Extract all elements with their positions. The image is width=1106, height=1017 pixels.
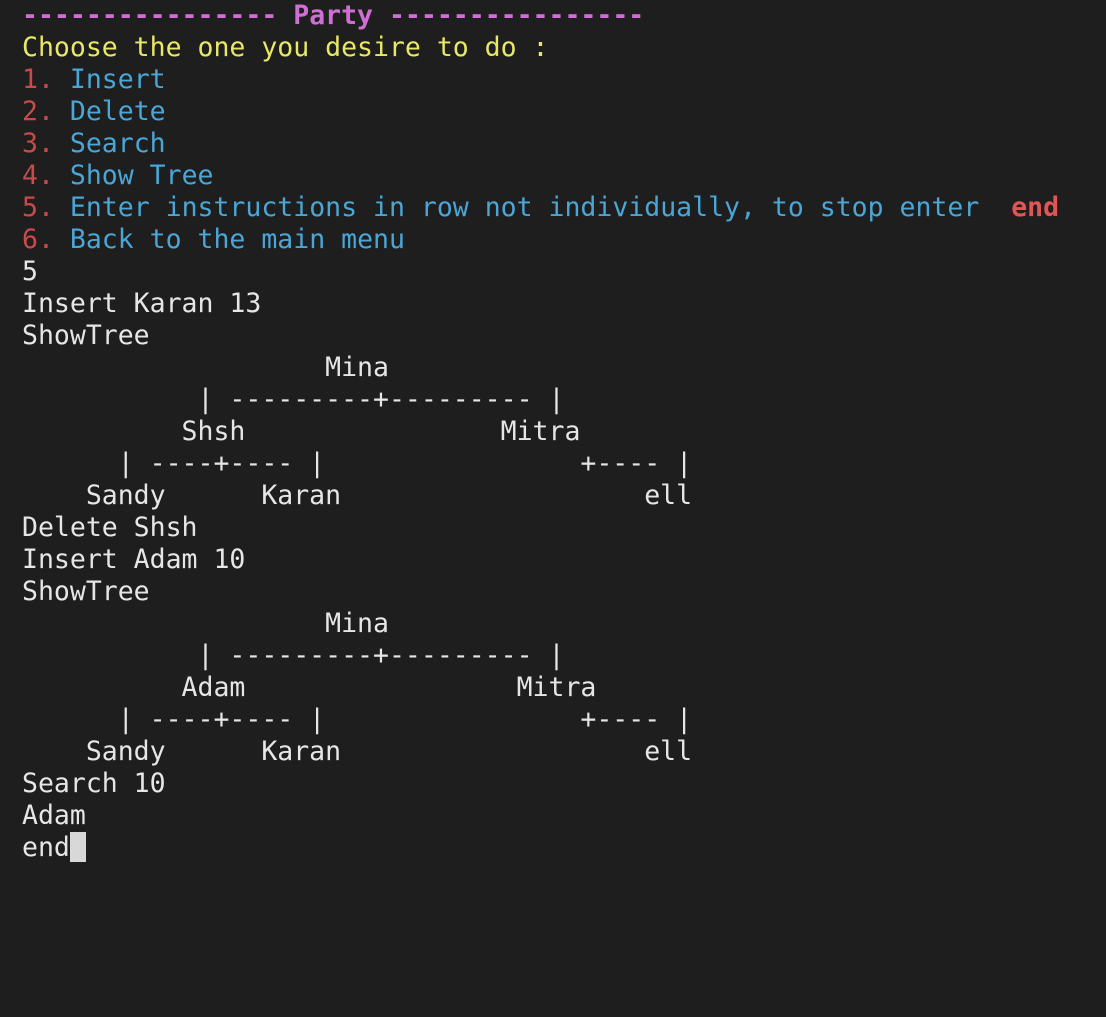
console-line: Adam: [22, 800, 86, 831]
input-text[interactable]: end: [22, 832, 70, 863]
option-label: Search: [69, 128, 166, 159]
menu-option-insert: 1. Insert: [22, 64, 1102, 96]
text-cursor: [69, 832, 86, 862]
input-line[interactable]: end: [22, 832, 1102, 864]
console-line: 5: [22, 256, 38, 287]
tree-line: | ----+---- | +---- |: [22, 704, 693, 735]
option-number: 3.: [22, 128, 54, 159]
option-label: Back to the main menu: [69, 224, 405, 255]
console-line: ShowTree: [22, 320, 150, 351]
menu-option-show-tree: 4. Show Tree: [22, 160, 1102, 192]
tree-line: Shsh Mitra: [22, 416, 581, 447]
tree-output-1: Mina | ---------+--------- | Shsh Mitra …: [22, 352, 1102, 512]
tree-output-2: Mina | ---------+--------- | Adam Mitra …: [22, 608, 1102, 768]
menu-title: Party: [293, 0, 374, 31]
menu-option-search: 3. Search: [22, 128, 1102, 160]
menu-option-delete: 2. Delete: [22, 96, 1102, 128]
tree-line: Sandy Karan ell: [22, 736, 693, 767]
tree-line: | ----+---- | +---- |: [22, 448, 693, 479]
option-label: Enter instructions in row not individual…: [69, 192, 980, 223]
console-line: Search 10: [22, 768, 166, 799]
option-number: 6.: [22, 224, 54, 255]
tree-line: Adam Mitra: [22, 672, 597, 703]
option-number: 5.: [22, 192, 54, 223]
console-line: Insert Adam 10: [22, 544, 246, 575]
option-label: Insert: [69, 64, 166, 95]
menu-prompt: Choose the one you desire to do :: [22, 32, 549, 63]
header-rule-right: ----------------: [373, 0, 645, 31]
option-label: Delete: [69, 96, 166, 127]
console-line: ShowTree: [22, 576, 150, 607]
tree-line: | ---------+--------- |: [22, 640, 565, 671]
tree-line: Mina: [22, 352, 389, 383]
menu-option-batch: 5. Enter instructions in row not individ…: [22, 192, 1102, 224]
terminal-window[interactable]: ---------------- Party ---------------- …: [22, 0, 1102, 864]
tree-line: Sandy Karan ell: [22, 480, 693, 511]
option-number: 4.: [22, 160, 54, 191]
option-label: Show Tree: [69, 160, 214, 191]
tree-line: Mina: [22, 608, 389, 639]
console-line: Insert Karan 13: [22, 288, 262, 319]
tree-line: | ---------+--------- |: [22, 384, 565, 415]
option-number: 2.: [22, 96, 54, 127]
menu-option-back: 6. Back to the main menu: [22, 224, 1102, 256]
menu-header: ---------------- Party ----------------: [22, 0, 1102, 32]
option-number: 1.: [22, 64, 54, 95]
stop-keyword: end: [1011, 192, 1060, 223]
header-rule-left: ----------------: [22, 0, 294, 31]
console-line: Delete Shsh: [22, 512, 198, 543]
